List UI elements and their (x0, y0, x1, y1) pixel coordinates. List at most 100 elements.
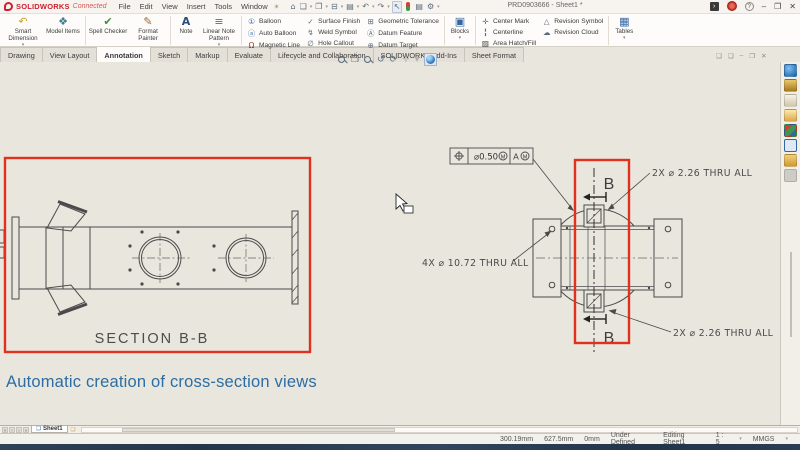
appearances-icon[interactable] (784, 124, 797, 137)
smart-dimension-caret-icon[interactable]: ▾ (22, 43, 25, 47)
add-sheet-button[interactable]: ❏ (68, 427, 79, 433)
home-icon[interactable]: ⌂ (290, 2, 297, 12)
datum-target-button[interactable]: ⊕Datum Target (366, 41, 439, 50)
resources-icon[interactable] (784, 64, 797, 77)
menu-window[interactable]: Window (241, 2, 268, 11)
revision-cloud-button[interactable]: ☁Revision Cloud (542, 28, 603, 37)
last-sheet-button[interactable]: » (23, 427, 29, 433)
format-painter-button[interactable]: ✎ Format Painter (128, 15, 168, 43)
tab-drawing[interactable]: Drawing (0, 47, 43, 62)
doc-tile-icon[interactable]: ❏ (728, 52, 734, 60)
zoom-to-fit-icon[interactable] (338, 56, 346, 64)
file-explorer-icon[interactable] (784, 109, 797, 122)
close-button[interactable]: ✕ (789, 2, 796, 11)
print-caret-icon[interactable]: ▾ (357, 4, 360, 10)
callout-bottom[interactable]: 2X ⌀ 2.26 THRU ALL (673, 328, 774, 339)
file-properties-icon[interactable]: ▤ (414, 2, 424, 12)
geometric-tolerance-button[interactable]: ⊞Geometric Tolerance (366, 17, 439, 26)
front-view-with-section-line[interactable] (533, 205, 682, 312)
3dexperience-launcher-icon[interactable]: › (710, 2, 719, 11)
tab-sheet-format[interactable]: Sheet Format (464, 47, 524, 62)
pin-menu-icon[interactable]: ✶ (274, 3, 280, 11)
surface-finish-button[interactable]: ✓Surface Finish (306, 17, 360, 26)
status-units[interactable]: MMGS (753, 436, 775, 443)
blocks-caret-icon[interactable]: ▾ (459, 36, 462, 40)
custom-properties-icon[interactable] (784, 154, 797, 167)
doc-cascade-icon[interactable]: ❏ (716, 52, 722, 60)
new-caret-icon[interactable]: ▾ (310, 4, 313, 10)
help-icon[interactable]: ? (745, 2, 754, 11)
section-view-b-b[interactable]: SECTION B-B (0, 202, 298, 348)
feature-control-frame[interactable]: ⌀0.50 M A M (450, 148, 574, 211)
open-document-icon[interactable]: ❐ (314, 2, 323, 12)
doc-close-icon[interactable]: ✕ (761, 52, 766, 60)
tables-button[interactable]: ▦ Tables ▾ (611, 15, 637, 40)
print-icon[interactable]: ▤ (345, 2, 355, 12)
area-hatch-fill-button[interactable]: ▨Area Hatch/Fill (481, 39, 536, 48)
hole-callout-button[interactable]: ∅Hole Callout (306, 39, 360, 48)
forum-icon[interactable] (784, 169, 797, 182)
task-pane-scrollbar[interactable] (790, 252, 792, 337)
restore-button[interactable]: ❐ (774, 2, 781, 11)
redo-icon[interactable]: ↷ (377, 2, 386, 12)
undo-icon[interactable]: ↶ (361, 2, 370, 12)
prev-sheet-button[interactable]: ‹ (9, 427, 15, 433)
tab-markup[interactable]: Markup (187, 47, 227, 62)
scale-caret-icon[interactable]: ▾ (739, 436, 742, 442)
note-button[interactable]: A Note (173, 15, 199, 36)
centerline-button[interactable]: ╏Centerline (481, 28, 536, 37)
save-icon[interactable]: ⊟ (330, 2, 339, 12)
new-document-icon[interactable]: ❏ (299, 2, 308, 12)
drawing-sheet-canvas[interactable]: SECTION B-B (0, 62, 780, 425)
select-tool-icon[interactable]: ↖ (392, 1, 403, 13)
section-view-label[interactable]: SECTION B-B (95, 331, 210, 347)
design-library-icon[interactable] (784, 94, 797, 107)
pan-icon[interactable]: ✛ (402, 55, 410, 65)
model-items-button[interactable]: ❖ Model Items (43, 15, 83, 36)
menu-tools[interactable]: Tools (214, 2, 232, 11)
sheet-tab-sheet1[interactable]: ❏ Sheet1 (31, 425, 68, 433)
tab-annotation[interactable]: Annotation (96, 46, 151, 62)
options-caret-icon[interactable]: ▾ (437, 4, 440, 10)
horizontal-scrollbar-thumb[interactable] (122, 428, 395, 432)
smart-dimension-button[interactable]: ↶ Smart Dimension ▾ (3, 15, 43, 47)
save-caret-icon[interactable]: ▾ (341, 4, 344, 10)
magnetic-line-button[interactable]: ΩMagnetic Line (247, 41, 300, 50)
menu-edit[interactable]: Edit (140, 2, 153, 11)
doc-restore-icon[interactable]: ❐ (749, 52, 755, 60)
linear-note-caret-icon[interactable]: ▾ (218, 43, 221, 47)
callout-top[interactable]: 2X ⌀ 2.26 THRU ALL (652, 168, 753, 179)
first-sheet-button[interactable]: « (2, 427, 8, 433)
redo-caret-icon[interactable]: ▾ (387, 4, 390, 10)
zoom-window-icon[interactable] (364, 56, 372, 64)
balloon-button[interactable]: ①Balloon (247, 17, 300, 26)
callout-left[interactable]: 4X ⌀ 10.72 THRU ALL (422, 258, 529, 269)
revision-symbol-button[interactable]: △Revision Symbol (542, 17, 603, 26)
tab-sketch[interactable]: Sketch (150, 47, 188, 62)
minimize-button[interactable]: – (762, 2, 766, 11)
spell-checker-button[interactable]: ✔ Spell Checker (88, 15, 128, 36)
menu-insert[interactable]: Insert (187, 2, 206, 11)
units-caret-icon[interactable]: ▾ (785, 436, 788, 442)
menu-view[interactable]: View (162, 2, 178, 11)
rotate-view-icon[interactable]: ⟳ (390, 55, 398, 65)
menu-file[interactable]: File (119, 2, 131, 11)
view-palette-icon[interactable] (784, 139, 797, 152)
tables-caret-icon[interactable]: ▾ (623, 36, 626, 40)
view-options-caret-icon[interactable]: ▾ (415, 55, 420, 65)
user-avatar[interactable] (727, 1, 737, 11)
previous-view-icon[interactable]: ↺ (377, 55, 385, 65)
next-sheet-button[interactable]: › (16, 427, 22, 433)
datum-feature-button[interactable]: ⒶDatum Feature (366, 28, 439, 39)
center-mark-button[interactable]: ✛Center Mark (481, 17, 536, 26)
weld-symbol-button[interactable]: ↯Weld Symbol (306, 28, 360, 37)
view-settings-button[interactable] (424, 53, 437, 66)
linear-note-pattern-button[interactable]: ≡ Linear Note Pattern ▾ (199, 15, 239, 47)
auto-balloon-button[interactable]: ⓐAuto Balloon (247, 28, 300, 39)
lifecycle-icon[interactable] (784, 79, 797, 92)
blocks-button[interactable]: ▣ Blocks ▾ (447, 15, 473, 40)
tab-view-layout[interactable]: View Layout (42, 47, 98, 62)
options-gear-icon[interactable]: ⚙ (426, 2, 435, 12)
doc-minimize-icon[interactable]: – (740, 52, 744, 60)
undo-caret-icon[interactable]: ▾ (372, 4, 375, 10)
